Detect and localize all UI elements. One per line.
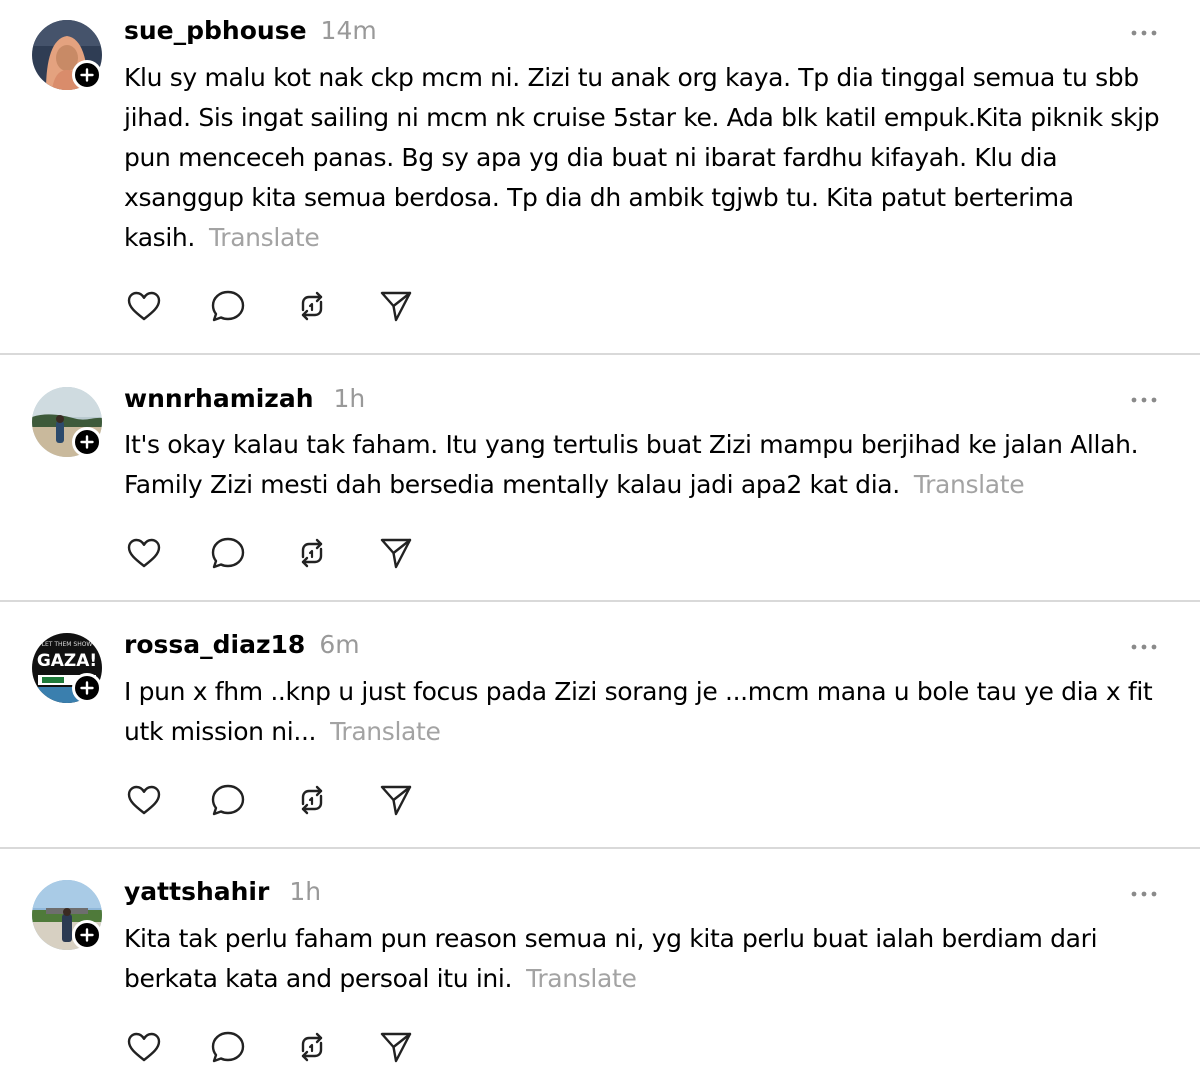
post-text: Kita tak perlu faham pun reason semua ni… bbox=[124, 919, 1184, 999]
action-bar bbox=[124, 286, 460, 326]
username[interactable]: yattshahir bbox=[124, 877, 269, 906]
more-icon bbox=[1131, 397, 1157, 403]
post-text: Klu sy malu kot nak ckp mcm ni. Zizi tu … bbox=[124, 58, 1184, 258]
post-text: I pun x fhm ..knp u just focus pada Zizi… bbox=[124, 672, 1184, 752]
more-icon bbox=[1131, 644, 1157, 650]
send-icon bbox=[380, 538, 412, 569]
repost-button[interactable] bbox=[292, 286, 332, 326]
timestamp[interactable]: 1h bbox=[289, 877, 321, 906]
repost-button[interactable] bbox=[292, 1027, 332, 1067]
divider bbox=[0, 847, 1200, 849]
translate-link[interactable]: Translate bbox=[914, 470, 1025, 499]
send-icon bbox=[380, 785, 412, 816]
timestamp[interactable]: 14m bbox=[321, 16, 377, 45]
more-icon bbox=[1131, 891, 1157, 897]
follow-button[interactable] bbox=[72, 60, 102, 90]
plus-icon bbox=[80, 928, 94, 942]
action-bar bbox=[124, 533, 460, 573]
post-header: wnnrhamizah 1h bbox=[124, 384, 365, 413]
translate-link[interactable]: Translate bbox=[526, 964, 637, 993]
translate-link[interactable]: Translate bbox=[209, 223, 320, 252]
comment-icon bbox=[211, 537, 245, 569]
plus-icon bbox=[80, 435, 94, 449]
action-bar bbox=[124, 780, 460, 820]
comment-icon bbox=[211, 1031, 245, 1063]
avatar-text: GAZA! bbox=[37, 651, 97, 671]
repost-icon bbox=[301, 291, 323, 321]
more-button[interactable] bbox=[1124, 388, 1164, 412]
follow-button[interactable] bbox=[72, 920, 102, 950]
plus-icon bbox=[80, 68, 94, 82]
username[interactable]: wnnrhamizah bbox=[124, 384, 314, 413]
share-button[interactable] bbox=[376, 780, 416, 820]
repost-icon bbox=[301, 538, 323, 568]
follow-button[interactable] bbox=[72, 673, 102, 703]
repost-icon bbox=[301, 1032, 323, 1062]
repost-button[interactable] bbox=[292, 780, 332, 820]
timestamp[interactable]: 1h bbox=[334, 384, 366, 413]
reply-button[interactable] bbox=[208, 533, 248, 573]
heart-icon bbox=[127, 538, 161, 568]
translate-link[interactable]: Translate bbox=[330, 717, 441, 746]
like-button[interactable] bbox=[124, 533, 164, 573]
more-icon bbox=[1131, 30, 1157, 36]
username[interactable]: sue_pbhouse bbox=[124, 16, 307, 45]
avatar-small-text: LET THEM SHOW bbox=[42, 641, 93, 648]
like-button[interactable] bbox=[124, 1027, 164, 1067]
follow-button[interactable] bbox=[72, 427, 102, 457]
comment-icon bbox=[211, 290, 245, 322]
post-header: yattshahir 1h bbox=[124, 877, 321, 906]
divider bbox=[0, 600, 1200, 602]
heart-icon bbox=[127, 291, 161, 321]
reply-button[interactable] bbox=[208, 286, 248, 326]
heart-icon bbox=[127, 785, 161, 815]
more-button[interactable] bbox=[1124, 21, 1164, 45]
repost-icon bbox=[301, 785, 323, 815]
avatar-wrap bbox=[32, 387, 102, 457]
repost-button[interactable] bbox=[292, 533, 332, 573]
like-button[interactable] bbox=[124, 286, 164, 326]
avatar-wrap bbox=[32, 20, 102, 90]
post-header: rossa_diaz18 6m bbox=[124, 630, 360, 659]
divider bbox=[0, 353, 1200, 355]
post-body: I pun x fhm ..knp u just focus pada Zizi… bbox=[124, 677, 1153, 746]
more-button[interactable] bbox=[1124, 635, 1164, 659]
comment-icon bbox=[211, 784, 245, 816]
reply-button[interactable] bbox=[208, 1027, 248, 1067]
like-button[interactable] bbox=[124, 780, 164, 820]
send-icon bbox=[380, 291, 412, 322]
username[interactable]: rossa_diaz18 bbox=[124, 630, 305, 659]
post-text: It's okay kalau tak faham. Itu yang tert… bbox=[124, 425, 1184, 505]
send-icon bbox=[380, 1032, 412, 1063]
timestamp[interactable]: 6m bbox=[319, 630, 359, 659]
more-button[interactable] bbox=[1124, 882, 1164, 906]
share-button[interactable] bbox=[376, 533, 416, 573]
reply-button[interactable] bbox=[208, 780, 248, 820]
action-bar bbox=[124, 1027, 460, 1067]
heart-icon bbox=[127, 1032, 161, 1062]
avatar-wrap bbox=[32, 880, 102, 950]
plus-icon bbox=[80, 681, 94, 695]
share-button[interactable] bbox=[376, 1027, 416, 1067]
avatar-wrap: LET THEM SHOW GAZA! bbox=[32, 633, 102, 703]
post-header: sue_pbhouse 14m bbox=[124, 16, 377, 45]
share-button[interactable] bbox=[376, 286, 416, 326]
